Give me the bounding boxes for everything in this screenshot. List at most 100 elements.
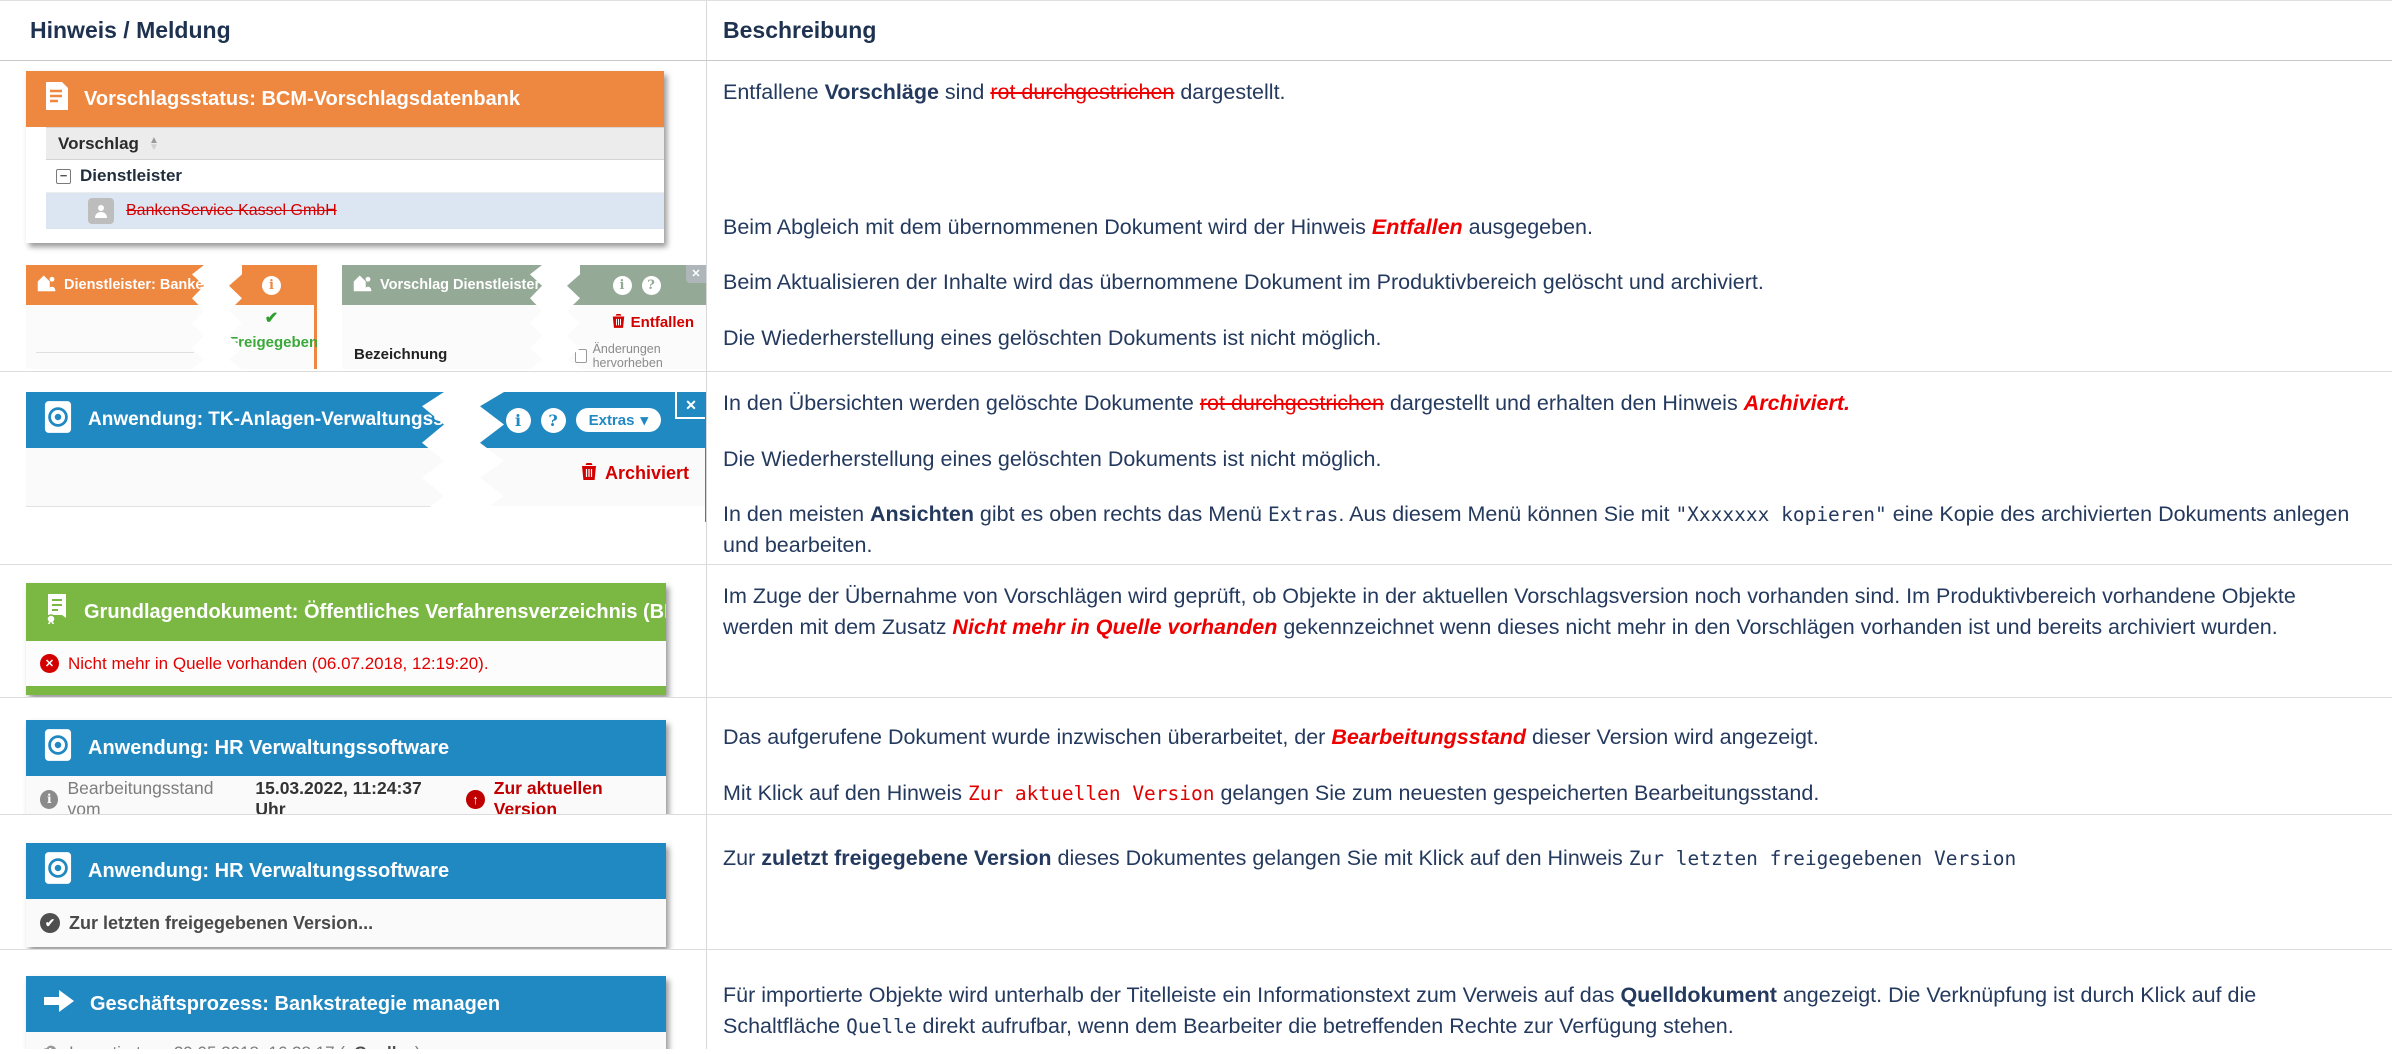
panel-title: Geschäftsprozess: Bankstrategie managen (90, 992, 501, 1015)
beschreibung-cell: Im Zuge der Übernahme von Vorschlägen wi… (707, 565, 2392, 697)
anwendung-hr-panel: Anwendung: HR Verwaltungssoftware i Bear… (26, 720, 666, 814)
arrow-right-icon (44, 990, 74, 1018)
beschreibung-cell: Zur zuletzt freigegebene Version dieses … (707, 815, 2392, 949)
application-icon (44, 400, 72, 440)
table-row: Geschäftsprozess: Bankstrategie managen … (0, 950, 2392, 1049)
table-row: Anwendung: HR Verwaltungssoftware i Bear… (0, 698, 2392, 815)
text-segment: Archiviert. (1743, 391, 1851, 415)
close-icon[interactable]: ✕ (686, 265, 706, 283)
beschreibung-cell: Für importierte Objekte wird unterhalb d… (707, 950, 2392, 1049)
extras-menu-button[interactable]: Extras ▾ (575, 408, 661, 432)
text-segment: Nicht mehr in Quelle vorhanden (952, 614, 1278, 639)
text-segment: Beim Abgleich mit dem übernommenen Dokum… (723, 214, 1372, 239)
import-suffix: ). (415, 1043, 425, 1049)
mini-cards-row: Dienstleister: BankenServic i ✔ Freigege… (26, 265, 706, 369)
text-segment: Zur (723, 846, 762, 870)
anwendung-hr-panel: Anwendung: HR Verwaltungssoftware ✔ Zur … (26, 843, 666, 947)
text-segment: dargestellt. (1174, 80, 1286, 104)
text-segment: sind (938, 80, 991, 104)
text-segment: In den meisten (723, 502, 871, 527)
panel-title: Anwendung: TK-Anlagen-Verwaltungssoftwar… (88, 409, 444, 430)
question-icon[interactable]: ? (540, 407, 566, 433)
tree-column-header[interactable]: Vorschlag ▲ ▼ (46, 127, 664, 160)
description-paragraph: In den Übersichten werden gelöschte Doku… (723, 388, 2368, 419)
sort-icon[interactable]: ▲ ▼ (149, 135, 159, 152)
chevron-down-icon: ▾ (640, 412, 648, 429)
info-icon[interactable]: i (612, 275, 632, 295)
text-segment: Beim Aktualisieren der Inhalte wird das … (723, 270, 1764, 295)
hinweis-cell: Grundlagendokument: Öffentliches Verfahr… (0, 565, 707, 697)
table-row: Anwendung: TK-Anlagen-Verwaltungssoftwar… (0, 372, 2392, 565)
panel-toolbar-fragment: i ? Extras ▾ ✕ Archiviert (480, 392, 706, 522)
description-paragraph: Im Zuge der Übernahme von Vorschlägen wi… (723, 581, 2368, 642)
info-icon[interactable]: i (262, 275, 281, 295)
text-segment: Mit Klick auf den Hinweis (723, 780, 968, 805)
close-icon[interactable]: ✕ (675, 392, 705, 419)
tree-node-dienstleister[interactable]: − Dienstleister (46, 160, 664, 193)
collapse-icon[interactable]: − (56, 168, 71, 184)
field-underline (36, 352, 194, 353)
description-paragraph: Beim Abgleich mit dem übernommenen Dokum… (723, 212, 2368, 243)
text-segment: dargestellt und erhalten den Hinweis (1383, 391, 1744, 415)
highlight-changes-checkbox[interactable] (575, 349, 587, 363)
text-segment: gelangen Sie zum neuesten gespeicherten … (1214, 780, 1820, 805)
description-paragraph: Die Wiederherstellung eines gelöschten D… (723, 444, 2368, 475)
vorschlagsstatus-panel: Vorschlagsstatus: BCM-Vorschlagsdatenban… (26, 71, 664, 243)
text-segment: Die Wiederherstellung eines gelöschten D… (723, 446, 1382, 471)
info-icon: i (40, 789, 59, 809)
text-segment: gibt es oben rechts das Menü (973, 502, 1268, 527)
anwendung-panel-fragment: Anwendung: TK-Anlagen-Verwaltungssoftwar… (26, 392, 444, 522)
status-label: Entfallen (630, 314, 694, 331)
field-label: Bezeichnung (354, 346, 448, 363)
description-paragraph: Entfallene Vorschläge sind rot durchgest… (723, 77, 2368, 108)
text-segment: Zur letzten freigegebenen Version (1628, 847, 2017, 870)
source-button[interactable]: Quelle (354, 1043, 406, 1049)
text-segment: Bearbeitungsstand (1331, 725, 1527, 749)
panel-footer-strip (26, 686, 666, 695)
released-version-link[interactable]: Zur letzten freigegebenen Version... (69, 913, 373, 934)
tree-node-bankenservice[interactable]: BankenService Kassel GmbH (46, 193, 664, 229)
check-icon: ✔ (264, 310, 279, 327)
panel-title: Anwendung: HR Verwaltungssoftware (88, 859, 450, 882)
column-header-beschreibung: Beschreibung (723, 17, 877, 43)
text-segment: Extras (1267, 503, 1339, 527)
hinweis-cell: Vorschlagsstatus: BCM-Vorschlagsdatenban… (0, 61, 707, 371)
description-paragraph: In den meisten Ansichten gibt es oben re… (723, 499, 2368, 560)
text-segment: zuletzt freigegebene Version (761, 846, 1052, 870)
panel-title: Grundlagendokument: Öffentliches Verfahr… (84, 600, 666, 623)
deleted-entry-label: BankenService Kassel GmbH (126, 202, 337, 219)
state-prefix: Bearbeitungsstand vom (67, 778, 214, 814)
text-segment: rot durchgestrichen (1199, 391, 1384, 415)
state-date: 15.03.2022, 11:24:37 Uhr (255, 778, 422, 814)
cloud-download-icon (40, 1043, 60, 1049)
tree-empty-row (46, 229, 664, 243)
beschreibung-cell: Das aufgerufene Dokument wurde inzwische… (707, 698, 2392, 814)
text-segment: . Aus diesem Menü können Sie mit (1338, 502, 1676, 527)
document-icon (44, 82, 68, 116)
beschreibung-cell: Entfallene Vorschläge sind rot durchgest… (707, 61, 2392, 371)
hinweis-cell: Anwendung: TK-Anlagen-Verwaltungssoftwar… (0, 372, 707, 564)
description-paragraph: Zur zuletzt freigegebene Version dieses … (723, 843, 2368, 874)
provider-icon (88, 198, 114, 224)
text-segment: Entfallene (723, 80, 825, 104)
column-label: Vorschlag (58, 133, 139, 153)
dienstleister-icon (36, 274, 56, 296)
table-row: Vorschlagsstatus: BCM-Vorschlagsdatenban… (0, 61, 2392, 372)
status-card-fragment: i ✔ Freigegeben (229, 265, 317, 369)
current-version-link[interactable]: Zur aktuellen Version (494, 778, 666, 814)
question-icon[interactable]: ? (641, 275, 661, 295)
table-row: Anwendung: HR Verwaltungssoftware ✔ Zur … (0, 815, 2392, 950)
text-segment: Ansichten (870, 502, 974, 527)
grundlagendokument-panel: Grundlagendokument: Öffentliches Verfahr… (26, 583, 666, 695)
text-segment: gekennzeichnet wenn dieses nicht mehr in… (1277, 614, 2278, 639)
panel-title: Vorschlagsstatus: BCM-Vorschlagsdatenban… (84, 87, 521, 110)
trash-icon (612, 313, 625, 332)
hinweis-cell: Anwendung: HR Verwaltungssoftware i Bear… (0, 698, 707, 814)
beschreibung-cell: In den Übersichten werden gelöschte Doku… (707, 372, 2392, 564)
description-paragraph: Beim Aktualisieren der Inhalte wird das … (723, 267, 2368, 298)
geschaeftsprozess-panel: Geschäftsprozess: Bankstrategie managen … (26, 976, 666, 1049)
panel-header: Vorschlagsstatus: BCM-Vorschlagsdatenban… (26, 71, 664, 127)
dienstleister-icon (352, 274, 372, 296)
info-icon[interactable]: i (505, 407, 531, 433)
import-prefix: Importiert am 29.05.2018, 16:28:17 ( (69, 1043, 345, 1049)
